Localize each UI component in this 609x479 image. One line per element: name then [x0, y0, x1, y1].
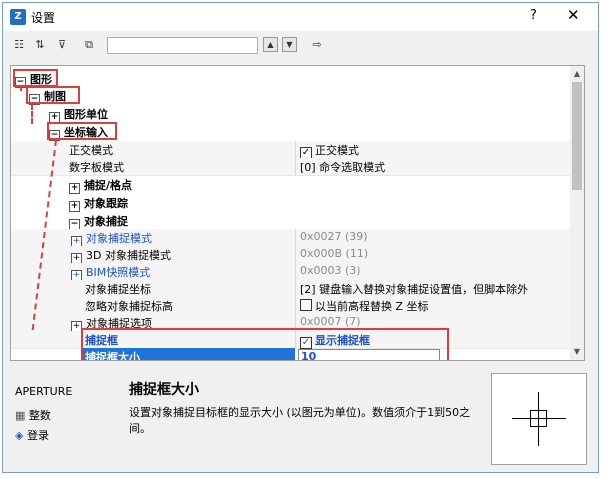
- settings-dialog: Z 设置 ? ✕ ☷ ⇅ ⊽ ⧉ ▲ ▼ ⇨ − 图形 − 制图 + 图形单位 − 坐标…: [2, 2, 599, 473]
- copy-icon[interactable]: ⧉: [81, 37, 97, 53]
- tree-node-graphics[interactable]: − 图形: [11, 70, 570, 88]
- highlight-drafting: [26, 86, 80, 104]
- vertical-scrollbar[interactable]: ▲ ▼: [570, 66, 584, 360]
- highlight-aperture-rows: [81, 328, 449, 360]
- title-bar: Z 设置 ? ✕: [3, 3, 598, 31]
- export-button[interactable]: ⇨: [309, 37, 325, 53]
- close-button[interactable]: ✕: [567, 6, 580, 24]
- tree-node-drawing-units[interactable]: + 图形单位: [11, 105, 570, 123]
- expand-icon[interactable]: +: [69, 183, 80, 194]
- app-icon: Z: [10, 9, 26, 25]
- prop-row-ignore-z[interactable]: 忽略对象捕捉标高 以当前高程替换 Z 坐标: [11, 297, 570, 315]
- hash-icon: ▦: [15, 409, 26, 422]
- prop-row-ortho[interactable]: 正交模式 ✓ 正交模式: [11, 141, 570, 159]
- tree-node-object-snap[interactable]: − 对象捕捉: [11, 212, 570, 230]
- prop-row-osnap-mode[interactable]: + 对象捕捉模式 0x0027 (39): [11, 229, 570, 247]
- prop-row-osnap3d[interactable]: +3D 对象捕捉模式 0x000B (11): [11, 246, 570, 264]
- ignore-z-checkbox[interactable]: [300, 299, 312, 311]
- help-button[interactable]: ?: [530, 8, 537, 23]
- expand-icon[interactable]: +: [69, 201, 80, 212]
- toolbar: ☷ ⇅ ⊽ ⧉ ▲ ▼ ⇨: [3, 31, 598, 61]
- scroll-down-icon[interactable]: ▼: [572, 346, 582, 358]
- tree-node-object-tracking[interactable]: + 对象跟踪: [11, 194, 570, 212]
- type-integer: ▦ 整数: [15, 409, 51, 422]
- description-text: 设置对象捕捉目标框的显示大小 (以图元为单位)。数值须介于1到50之间。: [129, 406, 471, 435]
- prop-row-tablet[interactable]: 数字板模式 [0] 命令选取模式: [11, 158, 570, 176]
- search-input[interactable]: [107, 37, 258, 54]
- description-title: 捕捉框大小: [129, 382, 199, 398]
- prop-row-bim[interactable]: + BIM快照模式 0x0003 (3): [11, 263, 570, 281]
- tree-node-drafting[interactable]: − 制图: [11, 87, 570, 105]
- highlight-coord-input: [47, 122, 117, 140]
- search-down-button[interactable]: ▼: [282, 37, 297, 52]
- connector-line: [31, 104, 33, 124]
- alphabetical-view-icon[interactable]: ⇅: [32, 37, 48, 53]
- aperture-box: [530, 410, 547, 427]
- search-up-button[interactable]: ▲: [263, 37, 278, 52]
- scroll-up-icon[interactable]: ▲: [572, 68, 582, 80]
- window-title: 设置: [31, 11, 56, 25]
- property-grid: − 图形 − 制图 + 图形单位 − 坐标输入 正交模式 ✓ 正交模式 数字板模式 [0]…: [10, 65, 585, 361]
- filter-icon[interactable]: ⊽: [54, 37, 70, 53]
- registry-link[interactable]: ◈ 登录: [15, 427, 49, 443]
- scroll-thumb[interactable]: [572, 82, 582, 190]
- command-name: APERTURE: [15, 385, 73, 398]
- prop-row-osnap-coords[interactable]: 对象捕捉坐标 [2] 键盘输入替换对象捕捉设置值，但脚本除外: [11, 280, 570, 298]
- highlight-graphics: [13, 69, 58, 87]
- tree-node-snap-grid[interactable]: + 捕捉/格点: [11, 176, 570, 194]
- connector-line: [20, 87, 22, 91]
- description-panel: APERTURE ▦ 整数 ◈ 登录 捕捉框大小 设置对象捕捉目标框的显示大小 …: [3, 371, 598, 471]
- aperture-preview: [491, 373, 587, 465]
- registry-icon: ◈: [15, 429, 24, 442]
- categorized-view-icon[interactable]: ☷: [11, 37, 27, 53]
